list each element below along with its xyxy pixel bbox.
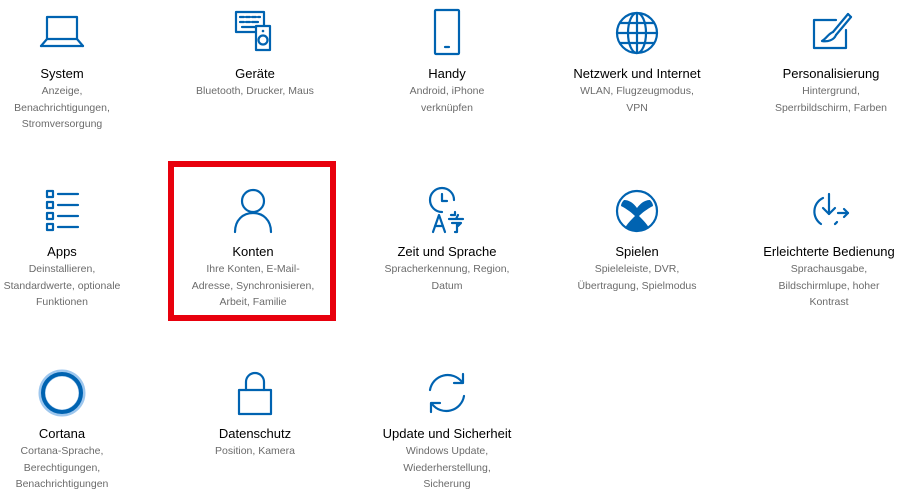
devices-icon	[234, 10, 272, 52]
category-title: Zeit und Sprache	[397, 244, 497, 259]
category-title: Update und Sicherheit	[382, 426, 512, 441]
category-update[interactable]: Update und Sicherheit Windows Update, Wi…	[362, 368, 532, 493]
time-language-icon	[428, 186, 465, 234]
category-phone[interactable]: Handy Android, iPhone verknüpfen	[362, 8, 532, 116]
category-personalization[interactable]: Personalisierung Hintergrund, Sperrbilds…	[746, 8, 899, 116]
category-description: Cortana-Sprache, Berechtigungen, Benachr…	[15, 445, 109, 490]
category-gaming[interactable]: Spielen Spieleleiste, DVR, Übertragung, …	[552, 186, 722, 294]
category-description: Ihre Konten, E-Mail- Adresse, Synchronis…	[191, 263, 315, 308]
category-title: Datenschutz	[218, 426, 292, 441]
category-devices[interactable]: Geräte Bluetooth, Drucker, Maus	[170, 8, 340, 100]
category-system[interactable]: System Anzeige, Benachrichtigungen, Stro…	[0, 8, 147, 133]
category-title: Konten	[232, 244, 274, 259]
lock-icon	[237, 371, 273, 416]
category-ease-of-access[interactable]: Erleichterte Bedienung Sprachausgabe, Bi…	[744, 186, 899, 311]
category-description: WLAN, Flugzeugmodus, VPN	[580, 85, 694, 114]
category-title: Netzwerk und Internet	[573, 66, 701, 81]
category-network[interactable]: Netzwerk und Internet WLAN, Flugzeugmodu…	[552, 8, 722, 116]
category-time-language[interactable]: Zeit und Sprache Spracherkennung, Region…	[362, 186, 532, 294]
category-description: Deinstallieren, Standardwerte, optionale…	[3, 263, 121, 308]
category-description: Bluetooth, Drucker, Maus	[196, 85, 314, 97]
category-title: Erleichterte Bedienung	[763, 244, 895, 259]
paintbrush-icon	[812, 12, 853, 50]
category-privacy[interactable]: Datenschutz Position, Kamera	[170, 368, 340, 460]
apps-list-icon	[45, 189, 80, 232]
category-description: Spracherkennung, Region, Datum	[384, 263, 510, 292]
person-icon	[233, 188, 273, 234]
ease-of-access-icon	[813, 192, 850, 226]
category-description: Sprachausgabe, Bildschirmlupe, hoher Kon…	[778, 263, 880, 308]
category-title: Spielen	[615, 244, 659, 259]
category-description: Android, iPhone verknüpfen	[409, 85, 485, 114]
category-description: Windows Update, Wiederherstellung, Siche…	[403, 445, 491, 490]
xbox-icon	[615, 189, 659, 233]
category-title: System	[40, 66, 84, 81]
category-apps[interactable]: Apps Deinstallieren, Standardwerte, opti…	[0, 186, 147, 311]
category-description: Hintergrund, Sperrbildschirm, Farben	[774, 85, 888, 114]
category-cortana[interactable]: Cortana Cortana-Sprache, Berechtigungen,…	[0, 368, 147, 493]
category-title: Geräte	[235, 66, 275, 81]
phone-icon	[433, 8, 461, 56]
category-title: Personalisierung	[782, 66, 880, 81]
cortana-icon	[38, 369, 86, 417]
laptop-icon	[39, 15, 85, 48]
category-description: Anzeige, Benachrichtigungen, Stromversor…	[14, 85, 110, 130]
sync-icon	[428, 372, 466, 414]
category-accounts[interactable]: Konten Ihre Konten, E-Mail- Adresse, Syn…	[168, 186, 338, 311]
settings-home: System Anzeige, Benachrichtigungen, Stro…	[0, 0, 899, 495]
category-title: Handy	[428, 66, 466, 81]
category-title: Apps	[47, 244, 77, 259]
category-description: Spieleleiste, DVR, Übertragung, Spielmod…	[577, 263, 697, 292]
category-description: Position, Kamera	[215, 445, 295, 457]
category-title: Cortana	[38, 426, 86, 441]
globe-icon	[615, 11, 659, 55]
